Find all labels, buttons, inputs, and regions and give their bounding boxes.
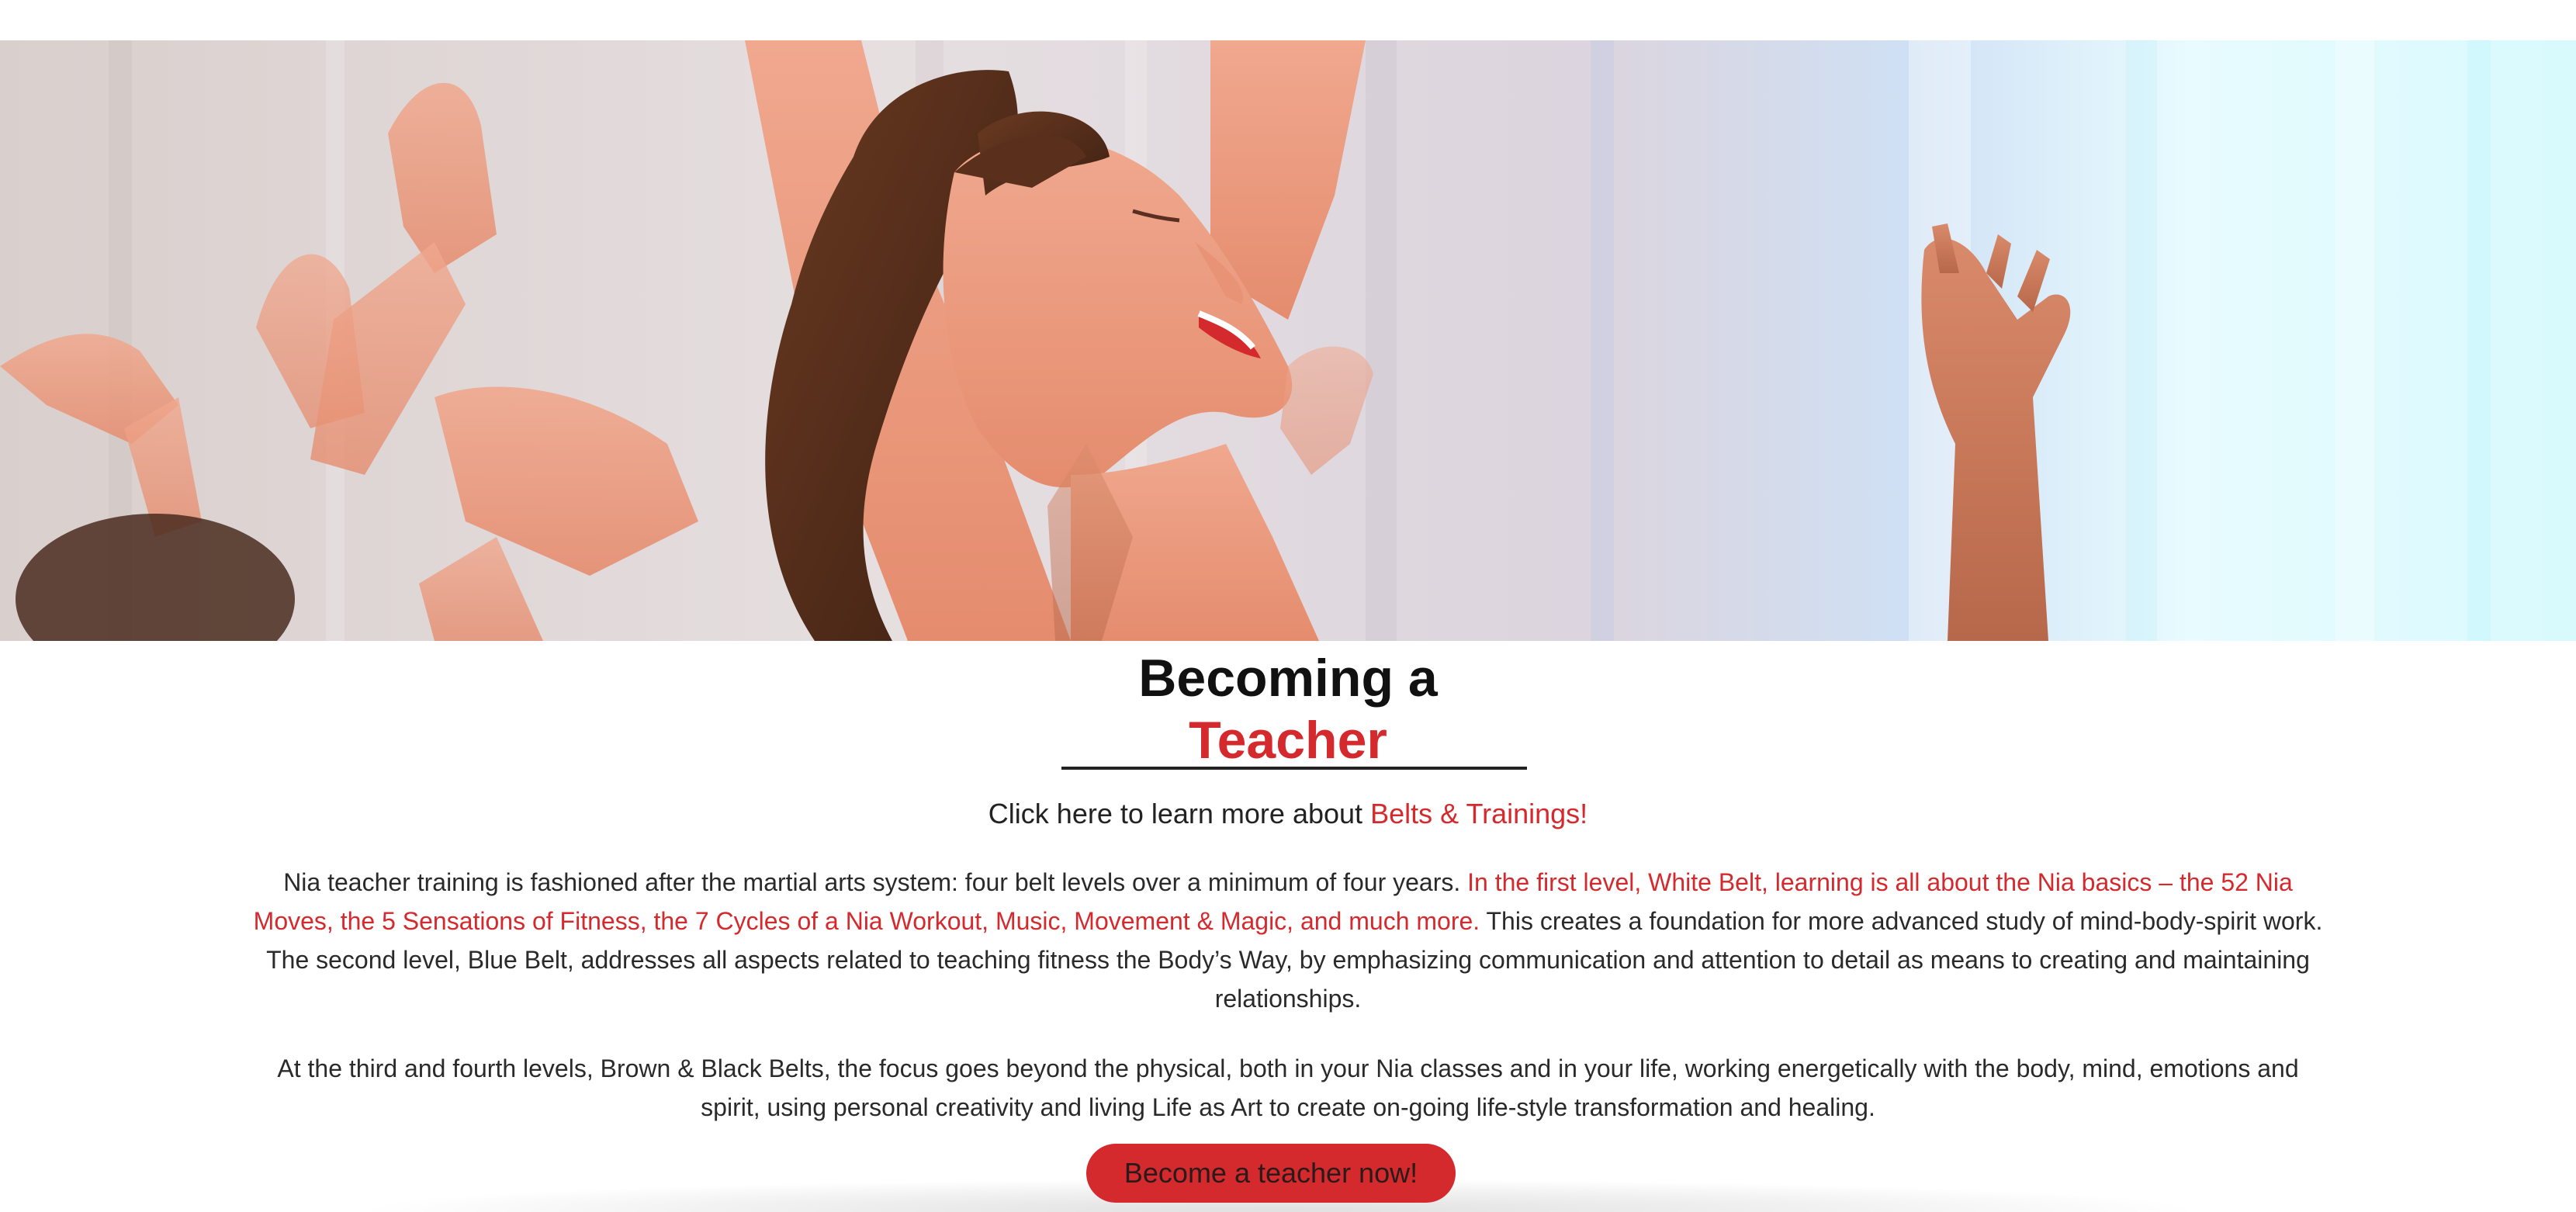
intro-paragraph: Nia teacher training is fashioned after … <box>248 863 2328 1018</box>
learn-more-prefix: Click here to learn more about <box>988 798 1363 829</box>
belts-trainings-link[interactable]: Belts & Trainings! <box>1370 798 1587 829</box>
title-line-2: Teacher <box>1189 711 1387 770</box>
title-line-1: Becoming a <box>1138 649 1438 708</box>
intro-text: Nia teacher training is fashioned after … <box>283 868 1468 896</box>
hero-image <box>0 40 2576 641</box>
dancing-woman-photo <box>0 40 2576 641</box>
learn-more-text: Click here to learn more about Belts & T… <box>0 795 2576 833</box>
title-underline <box>1061 767 1527 770</box>
page-title: Becoming a Teacher <box>0 647 2576 771</box>
become-teacher-button[interactable]: Become a teacher now! <box>1086 1144 1456 1203</box>
page: Becoming a Teacher Click here to learn m… <box>0 0 2576 1212</box>
brown-black-belt-paragraph: At the third and fourth levels, Brown & … <box>277 1054 2299 1121</box>
